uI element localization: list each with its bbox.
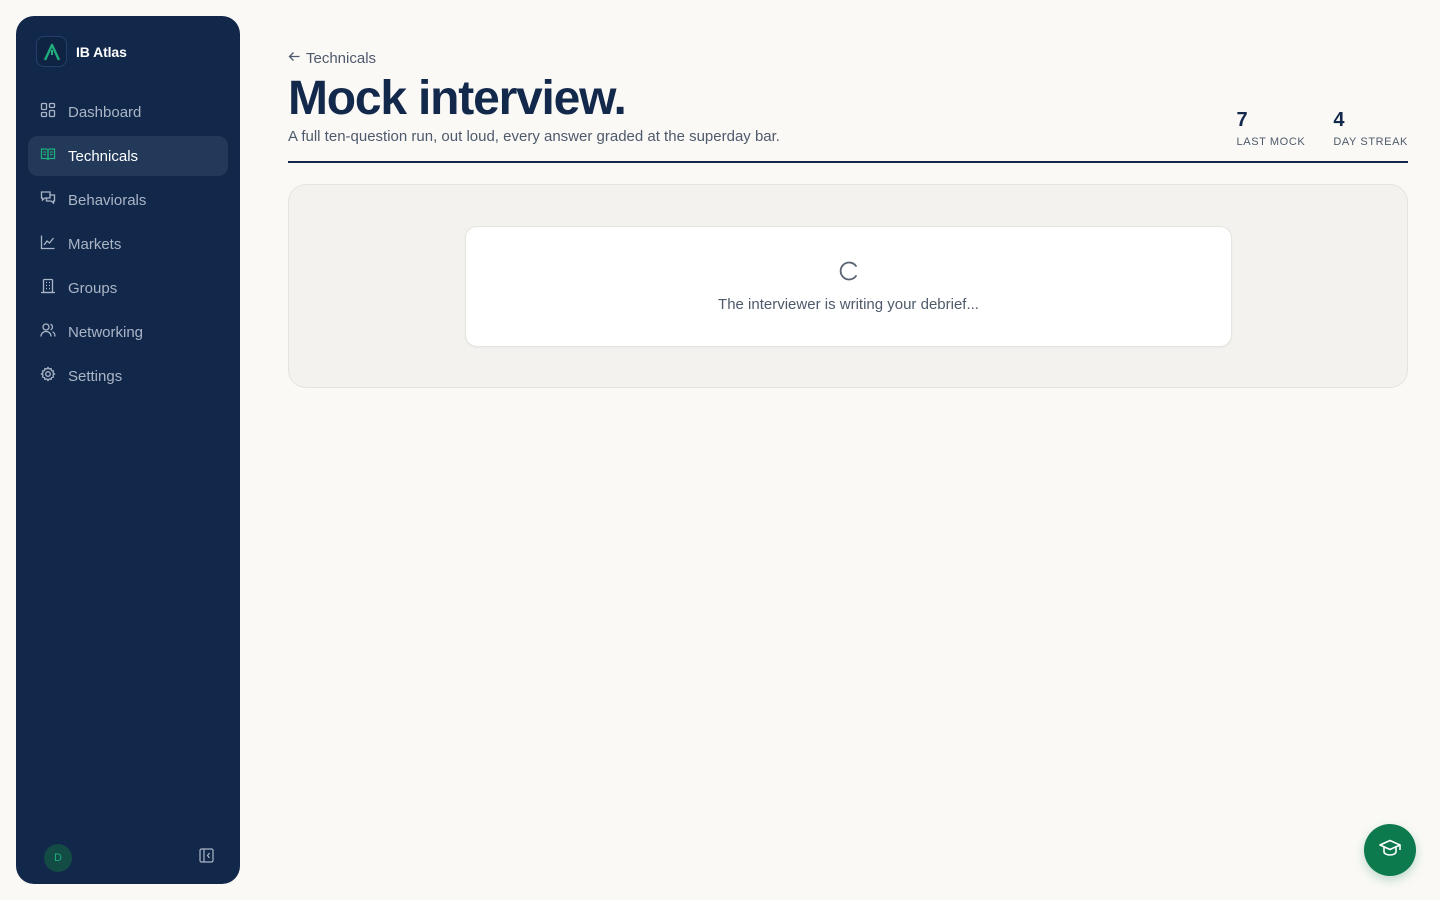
sidebar: IB Atlas Dashboard Technicals Behavioral…: [16, 16, 240, 884]
interview-panel: The interviewer is writing your debrief.…: [288, 184, 1408, 388]
sidebar-collapse-icon: [198, 848, 214, 868]
stats: 7 LAST MOCK 4 DAY STREAK: [1237, 108, 1408, 148]
sidebar-item-label: Groups: [68, 279, 118, 297]
stat-day-streak: 4 DAY STREAK: [1333, 108, 1408, 148]
users-icon: [40, 322, 56, 342]
sidebar-item-dashboard[interactable]: Dashboard: [28, 92, 228, 132]
building-icon: [40, 278, 56, 298]
sidebar-item-label: Networking: [68, 323, 144, 341]
chart-icon: [40, 234, 56, 254]
chat-icon: [40, 190, 56, 210]
sidebar-item-settings[interactable]: Settings: [28, 356, 228, 396]
stat-label: DAY STREAK: [1333, 136, 1408, 148]
avatar[interactable]: D: [44, 844, 72, 872]
back-link[interactable]: Technicals: [288, 48, 1408, 68]
gear-icon: [40, 366, 56, 386]
sidebar-item-label: Behaviorals: [68, 191, 147, 209]
stat-value: 7: [1236, 109, 1248, 131]
sidebar-item-label: Dashboard: [68, 103, 142, 121]
sidebar-item-markets[interactable]: Markets: [28, 224, 228, 264]
stat-last-mock: 7 LAST MOCK: [1237, 108, 1306, 148]
back-link-label: Technicals: [306, 49, 377, 67]
tutor-button[interactable]: [1364, 824, 1416, 876]
stat-value: 4: [1333, 109, 1345, 131]
sidebar-nav: Dashboard Technicals Behaviorals Markets…: [28, 92, 228, 400]
collapse-sidebar-button[interactable]: [196, 848, 216, 868]
sidebar-footer: D: [44, 844, 216, 872]
stat-label: LAST MOCK: [1236, 136, 1306, 148]
graduation-cap-icon: [1378, 836, 1402, 865]
spinner-icon: [839, 261, 857, 281]
loading-message: The interviewer is writing your debrief.…: [718, 296, 979, 313]
brand-name: IB Atlas: [76, 43, 127, 60]
brand[interactable]: IB Atlas: [36, 36, 127, 67]
header-divider: [288, 161, 1408, 163]
dashboard-icon: [40, 102, 56, 122]
sidebar-item-label: Markets: [68, 235, 122, 253]
main-content: Technicals Mock interview. A full ten-qu…: [288, 48, 1408, 388]
sidebar-item-behaviorals[interactable]: Behaviorals: [28, 180, 228, 220]
book-icon: [40, 146, 56, 166]
loading-card: The interviewer is writing your debrief.…: [465, 226, 1232, 347]
sidebar-item-networking[interactable]: Networking: [28, 312, 228, 352]
sidebar-item-groups[interactable]: Groups: [28, 268, 228, 308]
sidebar-item-technicals[interactable]: Technicals: [28, 136, 228, 176]
atlas-logo-icon: [36, 36, 67, 67]
sidebar-item-label: Settings: [68, 367, 123, 385]
arrow-left-icon: [288, 50, 301, 67]
sidebar-item-label: Technicals: [68, 147, 139, 165]
